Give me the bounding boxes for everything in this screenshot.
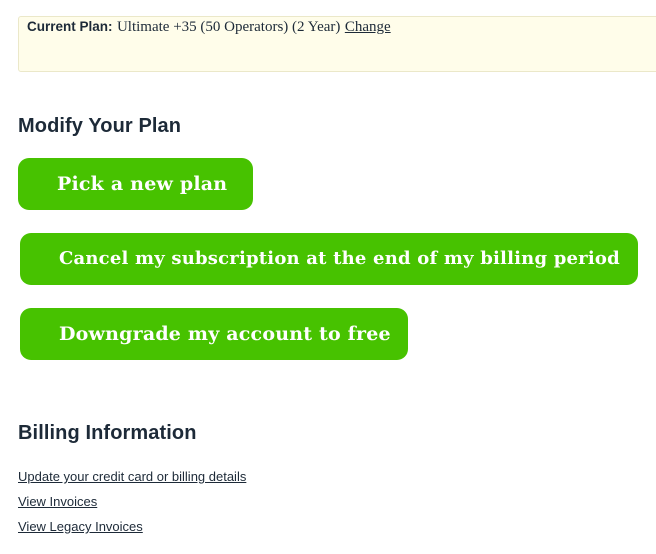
change-plan-link[interactable]: Change [345,19,391,35]
pick-new-plan-button[interactable]: Pick a new plan [18,158,253,210]
current-plan-label: Current Plan: [27,19,113,34]
current-plan-line: Current Plan: Ultimate +35 (50 Operators… [27,19,391,36]
billing-information-heading: Billing Information [18,422,197,444]
modify-plan-heading: Modify Your Plan [18,115,182,137]
view-invoices-link[interactable]: View Invoices [18,494,97,509]
billing-page: Current Plan: Ultimate +35 (50 Operators… [0,0,656,554]
update-billing-details-link[interactable]: Update your credit card or billing detai… [18,469,246,484]
cancel-subscription-button[interactable]: Cancel my subscription at the end of my … [20,233,638,285]
view-legacy-invoices-link[interactable]: View Legacy Invoices [18,519,143,534]
current-plan-value: Ultimate +35 (50 Operators) (2 Year) [116,19,341,35]
downgrade-to-free-button[interactable]: Downgrade my account to free [20,308,408,360]
